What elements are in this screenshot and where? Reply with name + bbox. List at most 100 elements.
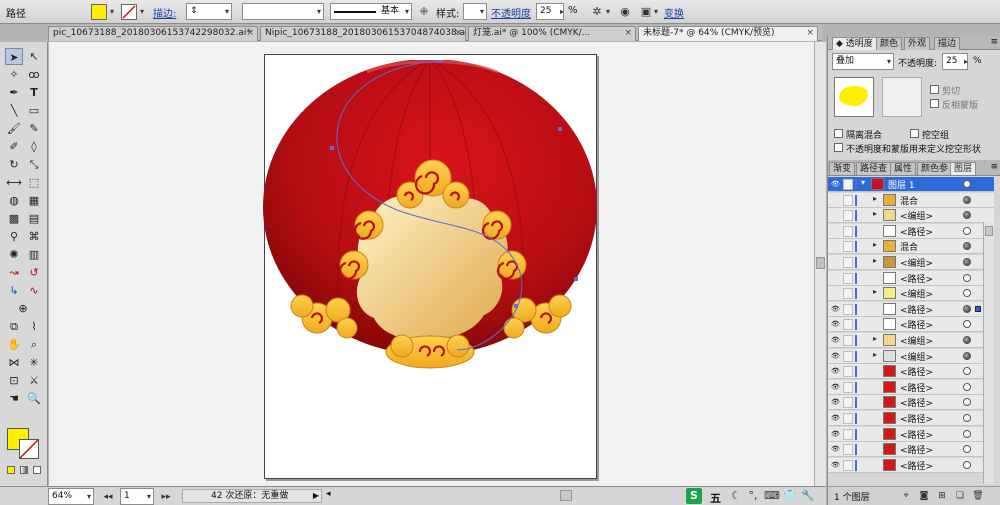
canvas-vertical-scrollbar[interactable] [814, 42, 826, 486]
layer-row[interactable]: 👁 <路径> [828, 364, 994, 380]
scroll-left-icon[interactable]: ◂ [326, 489, 331, 499]
expand-arrow-icon[interactable]: ▾ [861, 178, 865, 187]
expand-arrow-icon[interactable]: ▸ [873, 334, 877, 343]
eye-icon[interactable] [831, 196, 840, 205]
eye-icon[interactable]: 👁 [831, 398, 840, 407]
target-icon[interactable] [963, 414, 971, 422]
zoom-tool-icon[interactable]: ⌕ [25, 336, 43, 353]
layer-row[interactable]: 👁 ▸ <编组> [828, 348, 994, 364]
eye-icon[interactable]: 👁 [831, 383, 840, 392]
lock-toggle[interactable] [843, 381, 853, 393]
anchor-point-tool-icon[interactable]: ↳ [5, 282, 23, 299]
layer-row[interactable]: 👁 <路径> [828, 379, 994, 395]
lantern-artwork[interactable] [262, 60, 600, 390]
shape-builder-tool-icon[interactable]: ◍ [5, 192, 23, 209]
eyedropper-tool-icon[interactable]: ⚲ [5, 228, 23, 245]
object-thumbnail[interactable] [834, 77, 874, 117]
expand-arrow-icon[interactable]: ▸ [873, 287, 877, 296]
eye-icon[interactable]: 👁 [831, 320, 840, 329]
target-icon[interactable] [963, 180, 971, 188]
slice-tool-icon[interactable]: ⌇ [25, 318, 43, 335]
panel-menu-icon[interactable]: ≡ [990, 37, 998, 47]
lock-toggle[interactable] [843, 444, 853, 456]
layer-row[interactable]: ▸ <编组> [828, 255, 994, 270]
delete-layer-icon[interactable]: 🗑 [970, 488, 986, 504]
blob-brush-tool-icon[interactable]: ✐ [5, 138, 23, 155]
lock-toggle[interactable] [843, 413, 853, 424]
locate-object-icon[interactable]: ⌖ [898, 488, 914, 504]
warp-tool-icon[interactable]: ⋈ [5, 354, 23, 371]
clip-checkbox[interactable] [930, 85, 939, 94]
direct-selection-tool-icon[interactable]: ↖ [25, 48, 43, 65]
target-icon[interactable] [963, 460, 971, 469]
target-icon[interactable] [963, 398, 971, 407]
layers-scrollbar[interactable] [983, 222, 994, 484]
close-icon[interactable]: × [624, 27, 632, 40]
panel-menu-icon[interactable]: ≡ [990, 162, 998, 172]
shirt-icon[interactable]: 👕 [782, 488, 798, 504]
lock-toggle[interactable] [843, 179, 853, 190]
rectangle-tool-icon[interactable]: ▭ [25, 102, 43, 119]
layer-row[interactable]: 👁 <路径> [828, 411, 994, 426]
layer-row[interactable]: ▸ <编组> [828, 208, 994, 224]
lock-toggle[interactable] [843, 459, 853, 471]
eye-icon[interactable]: 👁 [831, 414, 840, 423]
color-mode-icon[interactable] [7, 466, 15, 474]
mesh-tool-icon[interactable]: ▩ [5, 210, 23, 227]
expand-arrow-icon[interactable]: ▸ [873, 240, 877, 249]
scroll-thumb[interactable] [816, 257, 825, 269]
tab-doc-3[interactable]: 灯笼.ai* @ 100% (CMYK/... × [468, 26, 636, 41]
gradient-mode-icon[interactable] [20, 466, 28, 474]
clipping-mask-icon[interactable]: ◙ [916, 488, 932, 504]
layer-row[interactable]: <路径> [828, 223, 994, 239]
chevron-right-icon[interactable]: ▶ [313, 490, 319, 502]
knife-tool-icon[interactable]: ⚔ [25, 372, 43, 389]
pencil-tool-icon[interactable]: ✎ [25, 120, 43, 137]
scale-tool-icon[interactable]: ⤡ [25, 156, 43, 173]
target-icon[interactable] [963, 211, 971, 220]
eraser-tool-icon[interactable]: ◊ [25, 138, 43, 155]
layer-row[interactable]: 👁 <路径> [828, 442, 994, 458]
eye-icon[interactable] [831, 242, 840, 251]
crosshair-tool-icon[interactable]: ⊕ [14, 300, 32, 317]
zoom-select[interactable]: 64% ▾ [48, 488, 94, 505]
symbol-sprayer-tool-icon[interactable]: ✺ [5, 246, 23, 263]
lock-toggle[interactable] [843, 241, 853, 253]
tab-color-guide[interactable]: 颜色参 [917, 162, 953, 175]
tab-transparency[interactable]: ◆ 透明度 [832, 37, 877, 50]
perspective-grid-tool-icon[interactable]: ▦ [25, 192, 43, 209]
wrench-icon[interactable]: 🔧 [800, 488, 816, 504]
expand-arrow-icon[interactable]: ▸ [873, 194, 877, 203]
artboard-tool-icon[interactable]: ⧉ [5, 318, 23, 335]
magic-wand-tool-icon[interactable]: ✧ [5, 66, 23, 83]
globe-icon[interactable]: ◉ [617, 4, 633, 20]
eye-icon[interactable] [831, 227, 840, 236]
eye-icon[interactable]: 👁 [831, 367, 840, 376]
recolor-icon[interactable]: ✲ [589, 4, 605, 20]
blend-tool-icon[interactable]: ⌘ [25, 228, 43, 245]
lock-toggle[interactable] [843, 303, 853, 315]
layer-row[interactable]: 👁 <路径> [828, 317, 994, 333]
eye-icon[interactable] [831, 211, 840, 220]
eye-icon[interactable]: 👁 [831, 336, 840, 345]
paintbrush-tool-icon[interactable]: 🖌 [5, 120, 23, 137]
eye-icon[interactable]: 👁 [831, 461, 840, 470]
tab-gradient[interactable]: 渐变 [829, 162, 856, 175]
graphic-style-select[interactable]: ▾ [463, 3, 487, 20]
target-icon[interactable] [963, 304, 971, 313]
width-tool-icon[interactable]: ⟷ [5, 174, 23, 191]
stroke-link[interactable]: 描边: [153, 5, 176, 20]
target-icon[interactable] [963, 336, 971, 344]
target-icon[interactable] [963, 445, 971, 454]
target-icon[interactable] [963, 429, 971, 438]
tab-appearance[interactable]: 外观 [904, 37, 931, 50]
hand-tool-icon[interactable]: ✋ [5, 336, 23, 353]
layer-row[interactable]: 👁 <路径> [828, 301, 994, 317]
stroke-swatch[interactable] [121, 4, 137, 20]
align-icon[interactable]: ⁜ [416, 4, 432, 20]
tab-doc-1[interactable]: pic_10673188_20180306153742298032.ai* × [48, 26, 258, 41]
eye-icon[interactable]: 👁 [831, 352, 840, 361]
chevron-down-icon[interactable]: ▾ [137, 4, 147, 20]
expand-arrow-icon[interactable]: ▸ [873, 256, 877, 265]
opacity-link[interactable]: 不透明度 [491, 5, 531, 20]
